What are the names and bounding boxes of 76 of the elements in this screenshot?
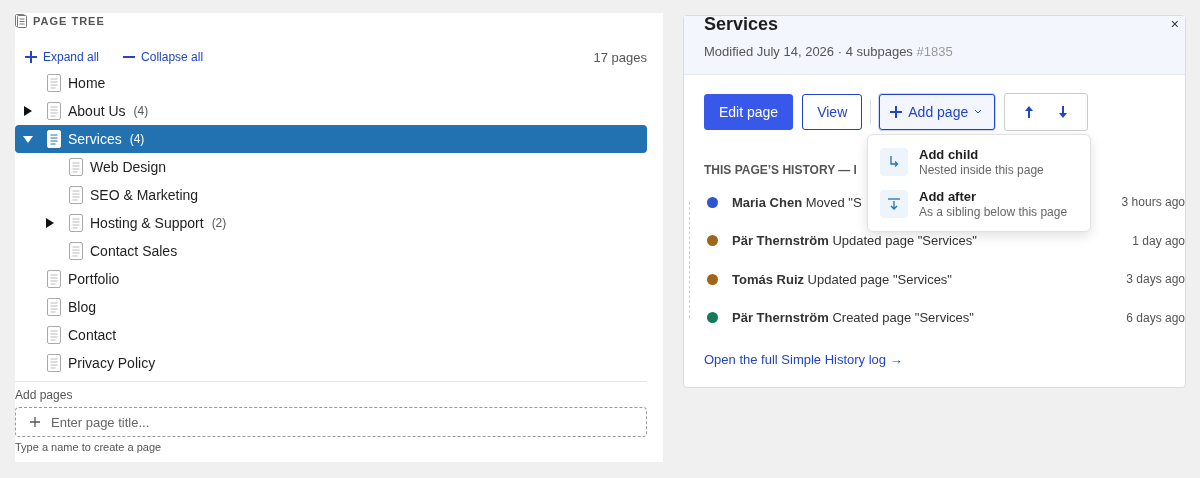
page-title: Hosting & Support xyxy=(90,215,204,231)
page-meta: Modified July 14, 2026 · 4 subpages #1835 xyxy=(704,44,954,59)
event-time: 3 days ago xyxy=(1126,272,1185,287)
page-count: 17 pages xyxy=(593,49,647,65)
event-description: Maria Chen Moved "S xyxy=(732,194,862,210)
page-title: SEO & Marketing xyxy=(90,187,199,203)
page-icon xyxy=(47,74,61,92)
page-title: Services xyxy=(68,131,122,147)
menu-item-title: Add after xyxy=(919,189,978,204)
close-button[interactable]: × xyxy=(1166,16,1183,32)
page-title: About Us xyxy=(68,103,126,119)
child-count: (4) xyxy=(133,104,149,118)
collapse-all-link[interactable]: Collapse all xyxy=(123,50,204,64)
history-log-link[interactable]: Open the full Simple History log → xyxy=(704,352,903,367)
plus-icon xyxy=(30,417,40,427)
event-time: 3 hours ago xyxy=(1121,195,1185,210)
event-description: Tomás Ruiz Updated page "Services" xyxy=(732,271,952,287)
tree-item[interactable]: Privacy Policy xyxy=(15,349,647,377)
menu-item[interactable]: Add child Nested inside this page xyxy=(868,141,1090,183)
tree-item[interactable]: Hosting & Support (2) xyxy=(15,209,647,237)
down-arrow-icon xyxy=(1058,106,1069,118)
page-icon xyxy=(47,102,61,120)
edit-page-button[interactable]: Edit page xyxy=(704,94,794,130)
page-icon xyxy=(47,298,61,316)
page-icon xyxy=(47,326,61,344)
page-icon xyxy=(69,186,83,204)
page-icon xyxy=(47,270,61,288)
menu-item-title: Add child xyxy=(919,147,980,162)
add-page-button[interactable]: Add page xyxy=(879,94,996,130)
tree-item[interactable]: Home xyxy=(15,69,647,97)
field-label: Add pages xyxy=(15,388,74,402)
section-heading: THIS PAGE’S HISTORY — l xyxy=(704,163,857,177)
page-heading: Services xyxy=(704,14,779,35)
page-title: Web Design xyxy=(90,159,166,175)
expand-arrow-icon[interactable] xyxy=(45,218,55,228)
menu-item-description: As a sibling below this page xyxy=(919,205,1068,219)
tree-item[interactable]: Portfolio xyxy=(15,265,647,293)
event-time: 6 days ago xyxy=(1126,310,1185,325)
expand-arrow-icon[interactable] xyxy=(23,106,33,116)
menu-item-description: Nested inside this page xyxy=(919,163,1044,177)
page-icon xyxy=(47,354,61,372)
tree-item[interactable]: Contact xyxy=(15,321,647,349)
page-title: Portfolio xyxy=(68,271,120,287)
input-field[interactable]: Enter page title... xyxy=(15,407,647,437)
page-title: Contact Sales xyxy=(90,243,178,259)
insert-below-icon xyxy=(888,198,900,210)
event-description: Pär Thernström Created page "Services" xyxy=(732,310,974,326)
caret-icon xyxy=(974,109,983,115)
tree-item[interactable]: Blog xyxy=(15,293,647,321)
tree-item[interactable]: About Us (4) xyxy=(15,97,647,125)
page-title: Home xyxy=(68,75,106,91)
menu-item[interactable]: Add after As a sibling below this page xyxy=(868,183,1090,225)
tree-item[interactable]: Services (4) xyxy=(15,125,647,153)
page-icon xyxy=(69,158,83,176)
page-title: Blog xyxy=(68,299,97,315)
plus-icon xyxy=(890,106,903,118)
page-title: Privacy Policy xyxy=(68,355,156,371)
tree-item[interactable]: Contact Sales xyxy=(15,237,647,265)
page-icon xyxy=(47,130,61,148)
up-arrow-icon xyxy=(1024,106,1035,118)
collapse-arrow-icon[interactable] xyxy=(23,134,33,144)
expand-all-link[interactable]: Expand all xyxy=(25,50,100,64)
view-button[interactable]: View xyxy=(802,94,863,130)
panel-title: PAGE TREE xyxy=(33,15,105,27)
page-title: Contact xyxy=(68,327,117,343)
child-count: (4) xyxy=(129,132,145,146)
page-icon xyxy=(69,214,83,232)
tree-item[interactable]: SEO & Marketing xyxy=(15,181,647,209)
event-description: Pär Thernström Updated page "Services" xyxy=(732,233,977,249)
child-arrow-icon xyxy=(889,156,899,168)
child-count: (2) xyxy=(211,216,227,230)
hint-text: Type a name to create a page xyxy=(15,441,163,453)
event-time: 1 day ago xyxy=(1132,233,1185,248)
page-icon xyxy=(69,242,83,260)
tree-item[interactable]: Web Design xyxy=(15,153,647,181)
plus-icon xyxy=(25,51,37,63)
